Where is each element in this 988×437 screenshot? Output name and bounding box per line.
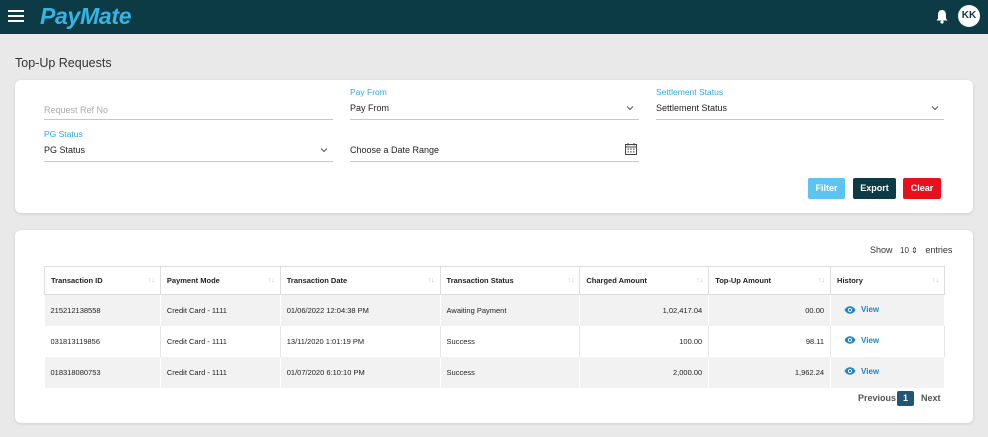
cell-transaction-id: 215212138558 — [44, 294, 161, 326]
entries-length-control: Show 10 ⇕ entries — [870, 245, 952, 255]
pg-status-value: PG Status — [44, 145, 86, 155]
entries-label: entries — [925, 245, 953, 255]
transactions-table: Transaction ID ↑↓ Payment Mode ↑↓ Transact… — [44, 266, 945, 388]
column-header-charged-amount[interactable]: Charged Amount ↑↓ — [579, 266, 710, 295]
pagination-next[interactable]: Next — [921, 393, 941, 403]
pagination-previous[interactable]: Previous — [858, 393, 896, 403]
cell-charged-amount: 100.00 — [579, 325, 710, 357]
table-header-row: Transaction ID ↑↓ Payment Mode ↑↓ Transact… — [44, 266, 945, 295]
cell-transaction-date: 13/11/2020 1:01:19 PM — [280, 325, 441, 357]
chevron-down-icon — [626, 106, 634, 111]
pay-from-value: Pay From — [350, 103, 390, 113]
date-range-value: Choose a Date Range — [350, 145, 440, 155]
cell-payment-mode: Credit Card - 1111 — [160, 294, 281, 326]
cell-transaction-id: 031813119856 — [44, 325, 161, 357]
settlement-status-label: Settlement Status — [656, 87, 724, 97]
user-avatar[interactable]: KK — [958, 5, 980, 27]
cell-topup-amount: 00.00 — [708, 294, 832, 326]
view-link[interactable]: View — [837, 305, 879, 314]
filter-button[interactable]: Filter — [808, 178, 845, 199]
settlement-status-select[interactable]: Settlement Status Settlement Status — [656, 87, 944, 120]
column-header-history[interactable]: History ↑↓ — [830, 266, 945, 295]
pay-from-select[interactable]: Pay From Pay From — [350, 87, 639, 120]
top-bar: PayMate KK — [0, 0, 988, 34]
view-label: View — [861, 335, 880, 345]
cell-transaction-status: Awaiting Payment — [440, 294, 581, 326]
cell-charged-amount: 2,000.00 — [579, 356, 710, 388]
pagination-page-1[interactable]: 1 — [897, 391, 914, 406]
column-header-payment-mode[interactable]: Payment Mode ↑↓ — [160, 266, 281, 295]
column-header-topup-amount[interactable]: Top-Up Amount ↑↓ — [708, 266, 832, 295]
cell-history: View — [830, 356, 945, 388]
page-title: Top-Up Requests — [15, 56, 112, 70]
cell-history: View — [830, 325, 945, 357]
view-label: View — [861, 366, 880, 376]
sort-icon: ↑↓ — [427, 277, 435, 284]
cell-transaction-date: 01/06/2022 12:04:38 PM — [280, 294, 441, 326]
pay-from-label: Pay From — [350, 87, 387, 97]
results-panel: Show 10 ⇕ entries Transaction ID ↑↓ Payme… — [15, 230, 973, 423]
export-button[interactable]: Export — [853, 178, 896, 199]
notification-bell-icon[interactable] — [935, 9, 949, 24]
settlement-status-value: Settlement Status — [656, 103, 728, 113]
view-link[interactable]: View — [837, 336, 879, 345]
cell-topup-amount: 98.11 — [708, 325, 832, 357]
request-ref-placeholder: Request Ref No — [44, 105, 109, 115]
cell-charged-amount: 1,02,417.04 — [579, 294, 710, 326]
table-row: 018318080753 Credit Card - 1111 01/07/20… — [44, 356, 945, 388]
sort-icon: ↑↓ — [147, 277, 155, 284]
filter-panel: Request Ref No Pay From Pay From Settlem… — [15, 80, 973, 213]
cell-transaction-status: Success — [440, 356, 581, 388]
cell-payment-mode: Credit Card - 1111 — [160, 356, 281, 388]
column-header-transaction-id[interactable]: Transaction ID ↑↓ — [44, 266, 161, 295]
entries-select[interactable]: 10 ⇕ — [898, 246, 920, 255]
cell-history: View — [830, 294, 945, 326]
request-ref-input[interactable]: Request Ref No — [44, 98, 333, 120]
brand-logo[interactable]: PayMate — [40, 3, 132, 30]
cell-topup-amount: 1,962.24 — [708, 356, 832, 388]
menu-icon[interactable] — [8, 10, 24, 23]
sort-icon: ↑↓ — [696, 277, 704, 284]
sort-icon: ↑↓ — [567, 277, 575, 284]
column-header-transaction-date[interactable]: Transaction Date ↑↓ — [280, 266, 441, 295]
entries-value: 10 — [900, 246, 909, 255]
cell-transaction-id: 018318080753 — [44, 356, 161, 388]
table-row: 215212138558 Credit Card - 1111 01/06/20… — [44, 294, 945, 326]
show-label: Show — [870, 245, 893, 255]
view-label: View — [861, 305, 880, 314]
calendar-icon[interactable] — [625, 143, 637, 155]
cell-transaction-status: Success — [440, 325, 581, 357]
cell-transaction-date: 01/07/2020 6:10:10 PM — [280, 356, 441, 388]
chevron-down-icon — [931, 106, 939, 111]
clear-button[interactable]: Clear — [903, 178, 941, 199]
eye-icon — [844, 367, 856, 375]
pg-status-select[interactable]: PG Status PG Status — [44, 129, 333, 162]
table-row: 031813119856 Credit Card - 1111 13/11/20… — [44, 325, 945, 357]
sort-icon: ↑↓ — [818, 277, 826, 284]
view-link[interactable]: View — [837, 367, 879, 376]
cell-payment-mode: Credit Card - 1111 — [160, 325, 281, 357]
column-header-transaction-status[interactable]: Transaction Status ↑↓ — [440, 266, 581, 295]
chevron-down-icon — [320, 148, 328, 153]
pg-status-label: PG Status — [44, 129, 83, 139]
date-range-input[interactable]: Choose a Date Range — [350, 140, 639, 162]
eye-icon — [844, 336, 856, 344]
sort-icon: ↑↓ — [267, 277, 275, 284]
sort-icon: ↑↓ — [932, 277, 939, 284]
eye-icon — [844, 305, 856, 314]
